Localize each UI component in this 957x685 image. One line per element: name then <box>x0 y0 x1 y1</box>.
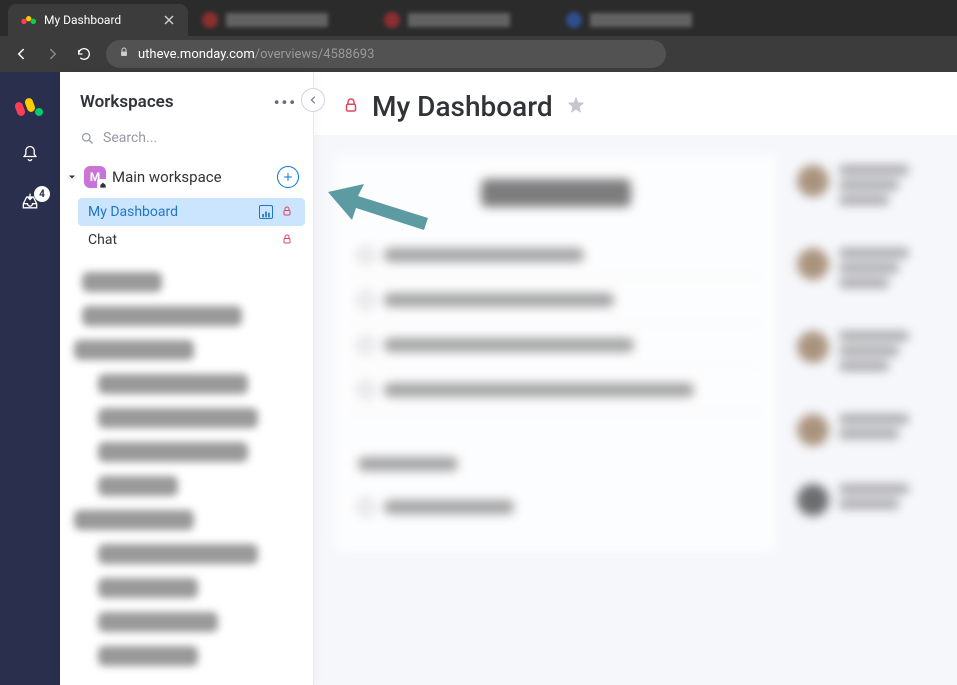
sidebar-search-input[interactable]: Search... <box>76 126 297 150</box>
notifications-button[interactable] <box>20 144 40 168</box>
workspace-name: Main workspace <box>112 168 271 186</box>
board-item-my-dashboard[interactable]: My Dashboard <box>78 198 305 226</box>
browser-tab-bar: My Dashboard ████████████ ████████████ █… <box>0 0 957 36</box>
browser-back-button[interactable] <box>12 45 30 63</box>
browser-url-input[interactable]: utheve.monday.com/overviews/4588693 <box>106 40 666 68</box>
monday-favicon <box>20 12 36 28</box>
browser-forward-button[interactable] <box>44 45 62 63</box>
home-icon <box>97 179 108 190</box>
people-widget-blurred <box>797 155 937 554</box>
tab-close-button[interactable] <box>162 13 176 27</box>
workspace-caret-icon[interactable] <box>66 168 78 187</box>
favorite-star-button[interactable] <box>565 94 587 120</box>
search-icon <box>80 131 95 146</box>
tab-title: My Dashboard <box>44 13 154 27</box>
browser-tab-inactive[interactable]: ████████████ <box>554 4 734 36</box>
board-label: My Dashboard <box>88 204 178 220</box>
browser-tab-inactive[interactable]: ████████████ <box>372 4 552 36</box>
board-item-chat[interactable]: Chat <box>78 226 305 254</box>
page-title: My Dashboard <box>372 90 553 123</box>
url-domain: utheve.monday.com <box>138 47 255 62</box>
browser-address-bar: utheve.monday.com/overviews/4588693 <box>0 36 957 72</box>
dashboard-header: My Dashboard <box>314 72 957 135</box>
sidebar-more-button[interactable]: ••• <box>274 93 297 112</box>
sidebar-title: Workspaces <box>80 92 174 112</box>
workspace-sidebar: Workspaces ••• Search... M Main workspac… <box>60 72 314 685</box>
board-label: Chat <box>88 232 117 248</box>
blurred-sidebar-items <box>60 254 313 666</box>
monday-logo[interactable] <box>14 88 46 120</box>
workspace-row[interactable]: M Main workspace <box>60 160 313 194</box>
browser-reload-button[interactable] <box>76 46 92 62</box>
browser-tab-active[interactable]: My Dashboard <box>8 4 188 36</box>
lock-icon <box>281 233 295 247</box>
dashboard-icon <box>259 205 273 219</box>
workspace-avatar: M <box>84 166 106 188</box>
add-workspace-item-button[interactable] <box>277 166 299 188</box>
inbox-button[interactable]: 4 <box>20 192 40 216</box>
inbox-badge: 4 <box>34 186 50 202</box>
lock-icon <box>281 205 295 219</box>
lock-icon <box>118 46 130 62</box>
main-content: My Dashboard <box>314 72 957 685</box>
url-path: /overviews/4588693 <box>255 47 375 62</box>
private-lock-icon <box>342 96 360 118</box>
todo-widget-blurred <box>334 155 777 554</box>
sidebar-collapse-button[interactable] <box>301 88 325 112</box>
browser-tab-inactive[interactable]: ████████████ <box>190 4 370 36</box>
left-rail: 4 <box>0 72 60 685</box>
search-placeholder: Search... <box>103 130 157 146</box>
